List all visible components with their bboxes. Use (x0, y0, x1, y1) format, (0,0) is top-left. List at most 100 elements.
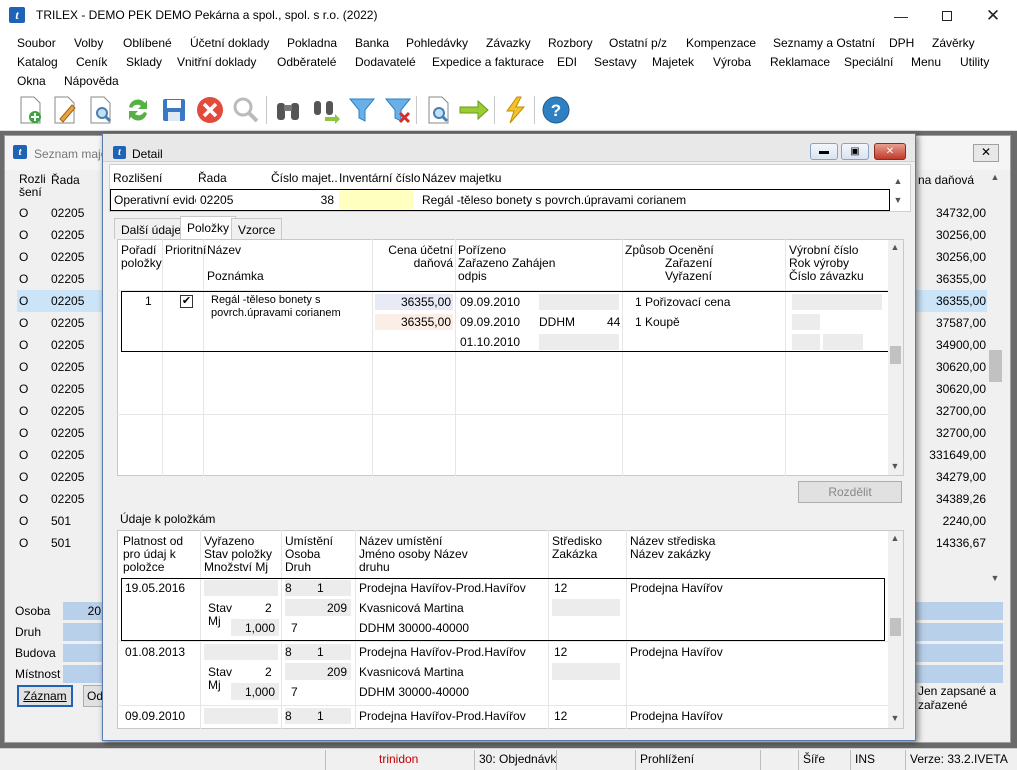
row-umisteni-2: 1 (317, 709, 324, 723)
menu-item-9[interactable]: Ostatní p/z (609, 36, 667, 50)
menu-item-6[interactable]: Pohledávky (406, 36, 468, 50)
delete-icon[interactable] (194, 94, 226, 126)
filter-clear-icon[interactable] (382, 94, 414, 126)
menu-item-19[interactable]: Dodavatelé (355, 55, 416, 69)
menu-item-20[interactable]: Expedice a fakturace (432, 55, 544, 69)
asset-list-close-button[interactable]: ✕ (973, 144, 999, 162)
menu-item-24[interactable]: Výroba (713, 55, 751, 69)
menu-item-30[interactable]: Nápověda (64, 74, 119, 88)
rada-field[interactable]: 02205 (197, 190, 269, 210)
detail-minimize-button[interactable]: ▬ (810, 143, 838, 160)
menu-item-14[interactable]: Katalog (17, 55, 58, 69)
menu-item-8[interactable]: Rozbory (548, 36, 593, 50)
gray-cell (792, 314, 820, 330)
cislo-field[interactable]: 38 (271, 190, 337, 210)
bottom-label-1: Druh (15, 625, 42, 639)
title-bar: t TRILEX - DEMO PEK DEMO Pekárna a spol.… (0, 0, 1017, 31)
nazev-field[interactable]: Regál -těleso bonety s povrch.úpravami c… (419, 190, 889, 210)
row-cena2: 36355,00 (400, 315, 451, 329)
menu-item-2[interactable]: Oblíbené (123, 36, 172, 50)
zaznam-button[interactable]: Záznam (17, 685, 73, 707)
gray-cell (204, 644, 278, 660)
detail-maximize-button[interactable]: ▣ (841, 143, 869, 160)
app-logo-icon: t (9, 7, 25, 23)
menu-item-1[interactable]: Volby (74, 36, 103, 50)
menu-item-10[interactable]: Kompenzace (686, 36, 756, 50)
menu-item-11[interactable]: Seznamy a Ostatní (773, 36, 875, 50)
menu-item-18[interactable]: Odběratelé (277, 55, 336, 69)
new-doc-icon[interactable] (14, 94, 46, 126)
scroll-thumb[interactable] (890, 346, 901, 364)
detail-close-button[interactable]: ✕ (874, 143, 906, 160)
menu-item-12[interactable]: DPH (889, 36, 914, 50)
rozdelit-button[interactable]: Rozdělit (798, 481, 902, 503)
menu-item-17[interactable]: Vnitřní doklady (177, 55, 256, 69)
tab-vzorce[interactable]: Vzorce (231, 218, 283, 239)
row-date: 19.05.2016 (125, 581, 186, 595)
menu-item-22[interactable]: Sestavy (594, 55, 637, 69)
save-icon[interactable] (158, 94, 190, 126)
menu-item-7[interactable]: Závazky (486, 36, 531, 50)
menu-item-0[interactable]: Soubor (17, 36, 56, 50)
menu-item-28[interactable]: Utility (960, 55, 989, 69)
help-icon[interactable]: ? (540, 94, 572, 126)
scroll-down-icon[interactable]: ▼ (888, 461, 902, 471)
gray-cell (552, 663, 620, 680)
tab-polozky[interactable]: Položky (180, 216, 237, 239)
row-qty: 1,000 (244, 685, 275, 699)
bottom-value-right-3 (915, 665, 1003, 683)
hdr-poznamka: Poznámka (207, 269, 264, 283)
gray-cell (823, 334, 863, 350)
lightning-icon[interactable] (500, 94, 532, 126)
asset-list-scrollbar[interactable]: ▲ ▼ (987, 170, 1004, 590)
scroll-up-icon[interactable]: ▲ (888, 242, 902, 252)
menu-item-16[interactable]: Sklady (126, 55, 162, 69)
menu-item-21[interactable]: EDI (557, 55, 577, 69)
prioritni-checkbox[interactable]: ✔ (180, 295, 193, 308)
scroll-thumb[interactable] (890, 618, 901, 636)
menu-item-23[interactable]: Majetek (652, 55, 694, 69)
menu-item-3[interactable]: Účetní doklady (190, 36, 269, 50)
row-rada: 02205 (51, 382, 85, 396)
asset-list-title: Seznam maje (34, 147, 108, 161)
filter-icon[interactable] (346, 94, 378, 126)
menu-item-26[interactable]: Speciální (844, 55, 893, 69)
row-amount: 34389,26 (935, 492, 986, 506)
refresh-icon[interactable] (122, 94, 154, 126)
section-label: Údaje k položkám (120, 512, 216, 526)
header-scroll-down-icon[interactable]: ▼ (891, 195, 905, 205)
hdr-nazev-strediska: Název střediska Název zakázky (630, 534, 716, 561)
minimize-button[interactable]: — (878, 0, 924, 31)
view-doc-icon[interactable] (84, 94, 116, 126)
menu-item-25[interactable]: Reklamace (770, 55, 830, 69)
row-zarazeni: 1 Koupě (635, 315, 680, 329)
binoculars-icon[interactable] (272, 94, 304, 126)
edit-doc-icon[interactable] (48, 94, 80, 126)
menu-item-4[interactable]: Pokladna (287, 36, 337, 50)
header-scroll-up-icon[interactable]: ▲ (891, 176, 905, 186)
menu-item-13[interactable]: Závěrky (932, 36, 975, 50)
gray-cell (539, 334, 619, 350)
menu-item-27[interactable]: Menu (911, 55, 941, 69)
binoculars-next-icon[interactable] (310, 94, 342, 126)
maximize-button[interactable] (924, 0, 970, 31)
col-rada: Řada (51, 173, 80, 187)
row-cena1: 36355,00 (400, 295, 451, 309)
menu-item-29[interactable]: Okna (17, 74, 46, 88)
scroll-down-icon[interactable]: ▼ (888, 713, 902, 723)
menu-item-5[interactable]: Banka (355, 36, 389, 50)
row-umisteni: 8 (285, 645, 292, 659)
tab-dalsi-udaje[interactable]: Další údaje (114, 218, 189, 239)
inventarni-field[interactable] (339, 190, 413, 210)
scroll-up-icon[interactable]: ▲ (888, 533, 902, 543)
hdr-vyrazeni: Vyřazení (665, 269, 712, 283)
print-preview-icon[interactable] (422, 94, 454, 126)
row-date: 01.08.2013 (125, 645, 186, 659)
row-rozliseni: O (19, 272, 29, 286)
arrow-right-icon[interactable] (458, 94, 490, 126)
menu-item-15[interactable]: Ceník (76, 55, 107, 69)
row-ddhm-num: 44 (607, 315, 621, 329)
rozliseni-field[interactable]: Operativní evide (111, 190, 196, 210)
status-mode: Prohlížení (640, 752, 695, 766)
close-button[interactable]: ✕ (970, 0, 1016, 31)
